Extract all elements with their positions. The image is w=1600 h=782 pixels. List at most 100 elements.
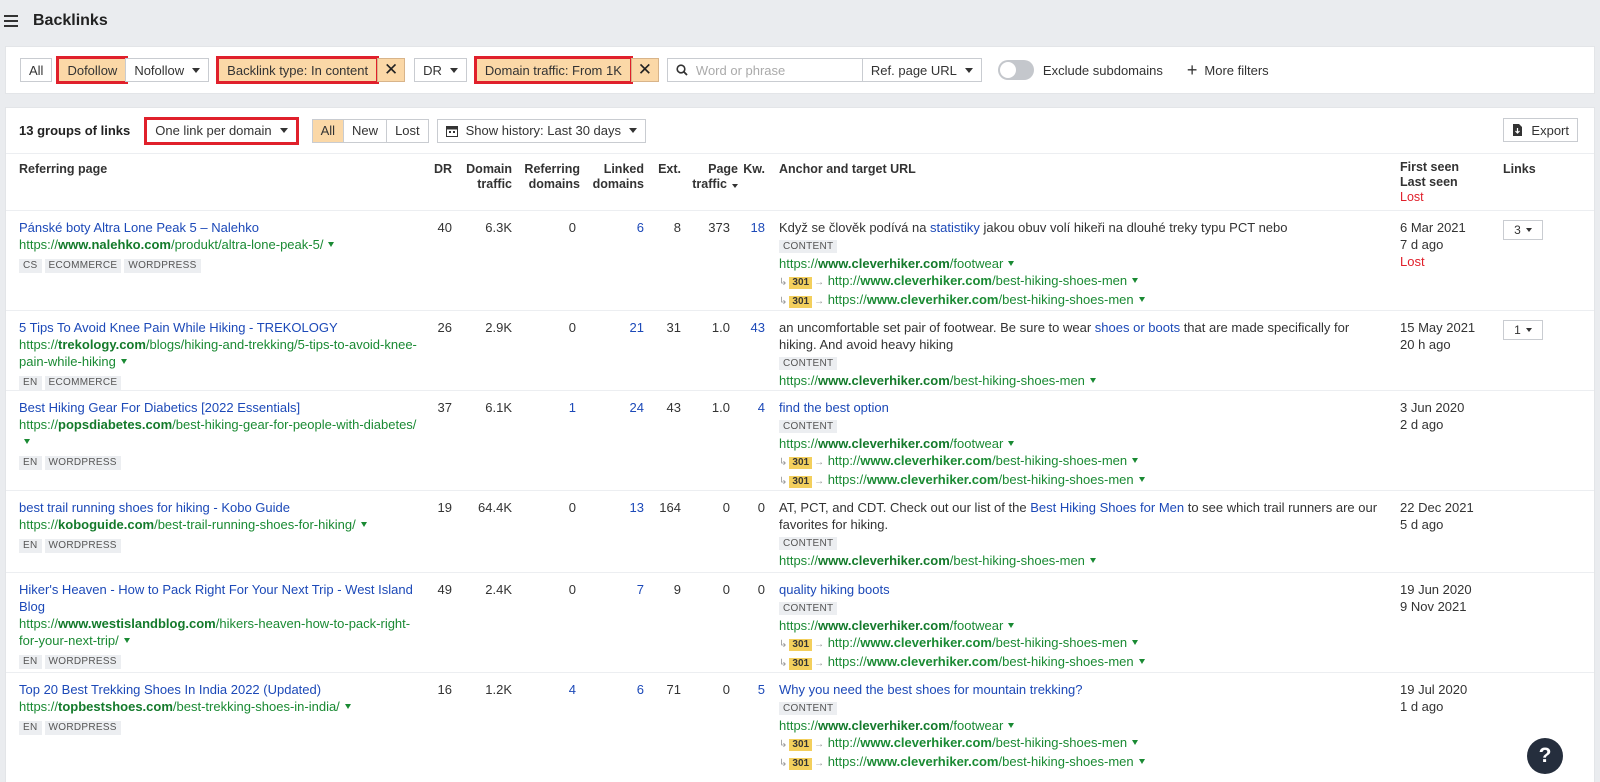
redirect-url-link[interactable]: https://www.cleverhiker.com/best-hiking-…	[828, 472, 1134, 487]
chevron-down-icon[interactable]	[1132, 740, 1139, 745]
filter-domain-traffic-button[interactable]: Domain traffic: From 1K	[473, 56, 633, 84]
chevron-down-icon[interactable]	[1132, 640, 1139, 645]
chevron-down-icon[interactable]	[1132, 278, 1139, 283]
menu-icon[interactable]	[4, 15, 18, 27]
kw-cell[interactable]: 5	[720, 681, 765, 698]
col-domain-traffic[interactable]: Domain traffic	[452, 162, 512, 192]
redirect-url-link[interactable]: https://www.cleverhiker.com/best-hiking-…	[828, 292, 1134, 307]
chevron-down-icon[interactable]	[1132, 458, 1139, 463]
seen-dates-cell: 19 Jul 2020 1 d ago	[1400, 681, 1500, 715]
url-path: /footwear	[949, 618, 1004, 633]
tab-all[interactable]: All	[311, 118, 345, 143]
clear-domain-traffic-icon[interactable]: ✕	[630, 58, 659, 82]
chevron-down-icon[interactable]	[123, 638, 130, 643]
kw-cell[interactable]: 18	[720, 219, 765, 236]
col-dr[interactable]: DR	[402, 162, 452, 177]
referring-page-title-link[interactable]: 5 Tips To Avoid Knee Pain While Hiking -…	[19, 320, 338, 335]
filter-dofollow-button[interactable]: Dofollow	[56, 56, 129, 84]
tab-lost[interactable]: Lost	[386, 118, 429, 143]
kw-cell[interactable]: 43	[720, 319, 765, 336]
anchor-link[interactable]: Why you need the best shoes for mountain…	[779, 682, 1083, 697]
filter-backlink-type-button[interactable]: Backlink type: In content	[216, 56, 380, 84]
referring-page-url-link[interactable]: https://topbestshoes.com/best-trekking-s…	[19, 699, 340, 714]
chevron-down-icon[interactable]	[1008, 261, 1015, 266]
search-input[interactable]	[695, 62, 856, 78]
chevron-down-icon[interactable]	[1089, 378, 1096, 383]
ref-domains-cell[interactable]: 4	[526, 681, 576, 698]
chevron-down-icon[interactable]	[1008, 441, 1015, 446]
kw-cell[interactable]: 4	[720, 399, 765, 416]
chevron-down-icon[interactable]	[1138, 759, 1145, 764]
anchor-text: find the best option	[779, 399, 1379, 416]
redirect-url-link[interactable]: http://www.cleverhiker.com/best-hiking-s…	[828, 453, 1127, 468]
tab-new[interactable]: New	[343, 118, 388, 143]
ref-domains-cell[interactable]: 1	[526, 399, 576, 416]
col-ext[interactable]: Ext.	[644, 162, 681, 177]
filter-nofollow-dropdown[interactable]: Nofollow	[125, 58, 210, 82]
col-seen[interactable]: First seen Last seen Lost	[1400, 160, 1459, 205]
anchor-link[interactable]: quality hiking boots	[779, 582, 890, 597]
chevron-down-icon[interactable]	[1008, 723, 1015, 728]
target-url-link[interactable]: https://www.cleverhiker.com/best-hiking-…	[779, 553, 1085, 568]
anchor-link[interactable]: statistiky	[930, 220, 980, 235]
chevron-down-icon[interactable]	[24, 439, 30, 444]
chevron-down-icon	[1525, 328, 1532, 332]
chevron-down-icon[interactable]	[120, 359, 127, 364]
anchor-link[interactable]: Best Hiking Shoes for Men	[1030, 500, 1184, 515]
referring-page-url-link[interactable]: https://popsdiabetes.com/best-hiking-gea…	[19, 417, 416, 432]
redirect-url-link[interactable]: https://www.cleverhiker.com/best-hiking-…	[828, 754, 1134, 769]
domain-traffic-cell: 2.9K	[485, 320, 512, 335]
target-url-link[interactable]: https://www.cleverhiker.com/footwear	[779, 256, 1003, 271]
redirect-url-link[interactable]: http://www.cleverhiker.com/best-hiking-s…	[828, 635, 1127, 650]
referring-page-url-link[interactable]: https://koboguide.com/best-trail-running…	[19, 517, 356, 532]
col-referring-domains[interactable]: Referring domains	[512, 162, 580, 192]
chevron-down-icon[interactable]	[360, 522, 367, 527]
target-url-link[interactable]: https://www.cleverhiker.com/best-hiking-…	[779, 373, 1085, 388]
links-count-dropdown[interactable]: 1	[1503, 320, 1543, 340]
ref-page-url-dropdown[interactable]: Ref. page URL	[861, 58, 982, 82]
export-button[interactable]: Export	[1503, 118, 1578, 142]
url-domain: www.cleverhiker.com	[866, 754, 999, 769]
referring-page-title-link[interactable]: best trail running shoes for hiking - Ko…	[19, 500, 290, 515]
target-url-link[interactable]: https://www.cleverhiker.com/footwear	[779, 618, 1003, 633]
clear-backlink-type-icon[interactable]: ✕	[377, 58, 406, 82]
filter-all-button[interactable]: All	[20, 58, 53, 82]
more-filters-button[interactable]: + More filters	[1187, 61, 1269, 79]
col-anchor[interactable]: Anchor and target URL	[779, 162, 916, 177]
chevron-down-icon[interactable]	[1138, 659, 1145, 664]
chevron-down-icon[interactable]	[1138, 297, 1145, 302]
referring-page-title-link[interactable]: Hiker's Heaven - How to Pack Right For Y…	[19, 582, 413, 614]
help-button[interactable]: ?	[1527, 738, 1563, 774]
url-path: /footwear	[949, 256, 1004, 271]
referring-page-url-link[interactable]: https://www.westislandblog.com/hikers-he…	[19, 616, 410, 648]
redirect-url-link[interactable]: https://www.cleverhiker.com/best-hiking-…	[828, 654, 1134, 669]
col-referring-domains-line1: Referring	[524, 162, 580, 176]
col-referring-page[interactable]: Referring page	[19, 162, 107, 177]
chevron-down-icon[interactable]	[1089, 558, 1096, 563]
referring-page-url-link[interactable]: https://trekology.com/blogs/hiking-and-t…	[19, 337, 417, 369]
links-count-dropdown[interactable]: 3	[1503, 220, 1543, 240]
filter-dr-dropdown[interactable]: DR	[414, 58, 467, 82]
redirect-url-link[interactable]: http://www.cleverhiker.com/best-hiking-s…	[828, 735, 1127, 750]
show-history-dropdown[interactable]: Show history: Last 30 days	[436, 118, 646, 143]
ref-domains-cell: 0	[568, 582, 576, 597]
grouping-dropdown[interactable]: One link per domain	[144, 116, 299, 145]
redirect-url-link[interactable]: http://www.cleverhiker.com/best-hiking-s…	[828, 273, 1127, 288]
chevron-down-icon[interactable]	[344, 704, 351, 709]
col-page-traffic[interactable]: Page traffic	[686, 162, 738, 192]
chevron-down-icon[interactable]	[328, 242, 335, 247]
col-links[interactable]: Links	[1503, 162, 1536, 177]
anchor-link[interactable]: find the best option	[779, 400, 889, 415]
referring-page-title-link[interactable]: Pánské boty Altra Lone Peak 5 – Nalehko	[19, 220, 259, 235]
target-url-link[interactable]: https://www.cleverhiker.com/footwear	[779, 436, 1003, 451]
target-url-link[interactable]: https://www.cleverhiker.com/footwear	[779, 718, 1003, 733]
col-kw[interactable]: Kw.	[733, 162, 765, 177]
referring-page-title-link[interactable]: Top 20 Best Trekking Shoes In India 2022…	[19, 682, 321, 697]
col-linked-domains[interactable]: Linked domains	[580, 162, 644, 192]
referring-page-title-link[interactable]: Best Hiking Gear For Diabetics [2022 Ess…	[19, 400, 300, 415]
referring-page-url-link[interactable]: https://www.nalehko.com/produkt/altra-lo…	[19, 237, 323, 252]
chevron-down-icon[interactable]	[1138, 477, 1145, 482]
anchor-link[interactable]: shoes or boots	[1095, 320, 1180, 335]
chevron-down-icon[interactable]	[1008, 623, 1015, 628]
exclude-subdomains-toggle[interactable]	[997, 60, 1034, 80]
